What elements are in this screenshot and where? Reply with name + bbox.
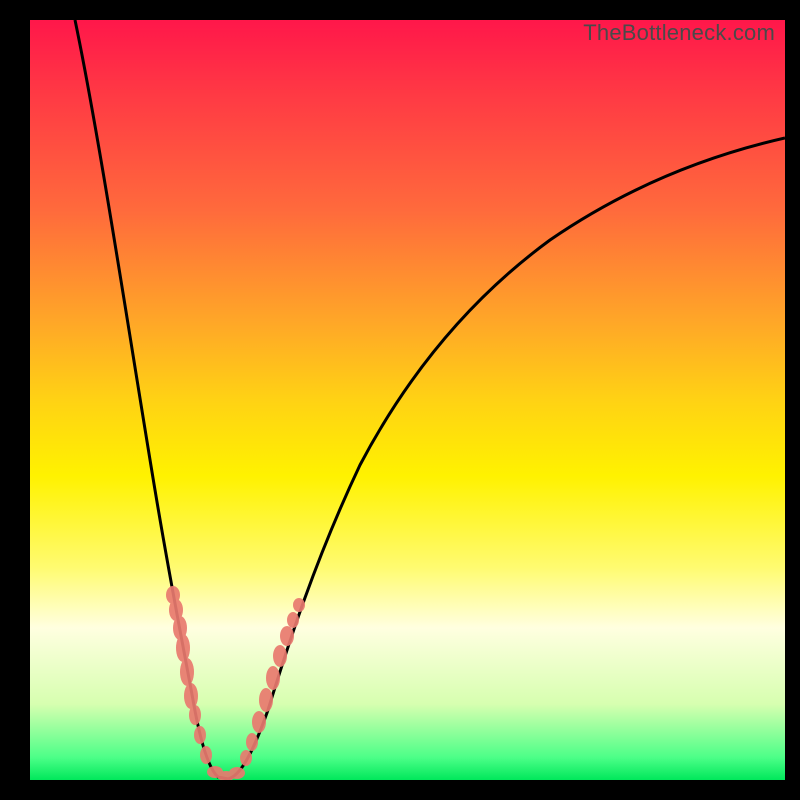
marker-dot	[259, 688, 273, 712]
marker-dot	[189, 705, 201, 725]
marker-dot	[266, 666, 280, 690]
marker-dot	[229, 767, 245, 779]
marker-dot	[246, 733, 258, 751]
marker-dot	[176, 634, 190, 662]
watermark-text: TheBottleneck.com	[583, 20, 775, 46]
marker-dot	[287, 612, 299, 628]
marker-group	[166, 586, 305, 780]
marker-dot	[252, 711, 266, 733]
marker-dot	[293, 598, 305, 612]
marker-dot	[273, 645, 287, 667]
chart-frame: TheBottleneck.com	[30, 20, 785, 780]
left-curve	[75, 20, 228, 779]
marker-dot	[240, 750, 252, 766]
marker-dot	[280, 626, 294, 646]
marker-dot	[200, 746, 212, 764]
marker-dot	[184, 683, 198, 709]
marker-dot	[180, 658, 194, 686]
right-curve	[228, 138, 785, 779]
curve-layer	[30, 20, 785, 780]
marker-dot	[194, 726, 206, 744]
